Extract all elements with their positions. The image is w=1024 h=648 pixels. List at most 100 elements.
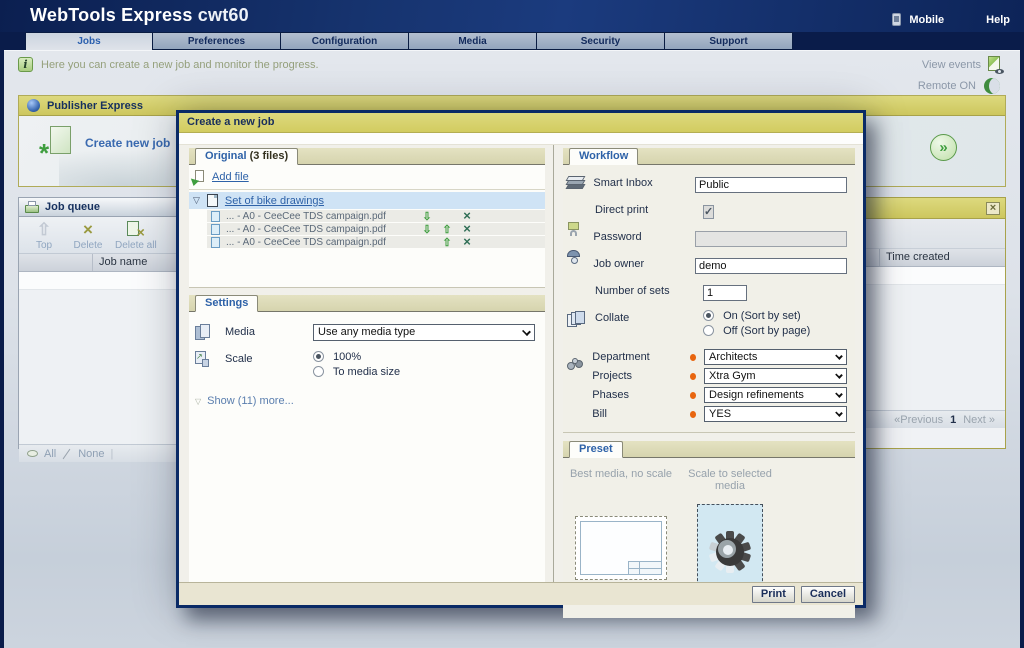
create-new-job-label: Create new job (85, 136, 170, 150)
original-tab[interactable]: Original (3 files) (195, 148, 298, 165)
workflow-tab-label: Workflow (579, 150, 628, 162)
department-row: Department Architects (567, 349, 847, 365)
previous-page-link[interactable]: «Previous (894, 414, 943, 426)
remove-file-button[interactable]: × (457, 224, 477, 234)
direct-print-checkbox[interactable]: ✓ (703, 205, 714, 219)
move-down-button[interactable]: ⇩ (417, 223, 437, 236)
select-none-icon (62, 449, 72, 459)
select-all-link[interactable]: All (44, 448, 56, 460)
delete-all-icon: × (127, 220, 145, 240)
next-page-link[interactable]: Next » (963, 414, 995, 426)
smart-inbox-input[interactable] (695, 177, 847, 193)
phases-select[interactable]: Design refinements (704, 387, 847, 403)
bill-label: Bill (592, 408, 689, 420)
collapse-triangle-icon[interactable]: ▽ (193, 195, 200, 206)
show-more-link[interactable]: Show (11) more... (207, 395, 294, 407)
app-name: WebTools Express (30, 5, 193, 25)
collate-on-label: On (Sort by set) (723, 310, 801, 322)
move-up-button[interactable]: ⇧ (437, 236, 457, 249)
collate-off-option[interactable]: Off (Sort by page) (703, 325, 847, 337)
password-row: Password (567, 229, 847, 247)
collate-on-option[interactable]: On (Sort by set) (703, 310, 847, 322)
cancel-button[interactable]: Cancel (801, 586, 855, 603)
workflow-section-strip: Workflow (563, 148, 855, 165)
tab-media[interactable]: Media (409, 32, 537, 50)
tab-support[interactable]: Support (665, 32, 793, 50)
select-none-link[interactable]: None (78, 448, 104, 460)
set-name-link[interactable]: Set of bike drawings (225, 195, 324, 207)
smart-inbox-label: Smart Inbox (593, 175, 695, 189)
files-count: (3 files) (250, 150, 289, 162)
delete-icon: × (83, 220, 93, 240)
move-top-icon: ⇧ (37, 220, 51, 240)
chevron-down-icon (835, 409, 843, 417)
media-value: Use any media type (318, 326, 415, 338)
phases-row: Phases Design refinements (567, 387, 847, 403)
original-content: Add file ▽ Set of bike drawings ... - A0… (189, 165, 545, 288)
radio-icon[interactable] (313, 366, 324, 377)
time-created-column-header[interactable]: Time created (880, 249, 1005, 266)
tab-security[interactable]: Security (537, 32, 665, 50)
preset-scale-to-media-label: Scale to selected media (675, 468, 785, 498)
original-tab-label: Original (205, 150, 247, 162)
required-dot-icon (690, 392, 696, 399)
radio-icon[interactable] (703, 325, 714, 336)
mobile-phone-icon (892, 13, 901, 26)
print-button[interactable]: Print (752, 586, 795, 603)
preset-tab[interactable]: Preset (569, 441, 623, 458)
create-new-job-button[interactable]: * Create new job (41, 126, 170, 160)
remove-file-button[interactable]: × (457, 237, 477, 247)
scale-option-media-size[interactable]: To media size (313, 366, 400, 378)
delete-button[interactable]: × Delete (71, 220, 105, 251)
chevron-down-icon (522, 327, 531, 336)
job-owner-row: Job owner (567, 256, 847, 274)
settings-tab[interactable]: Settings (195, 295, 258, 312)
scale-label: Scale (225, 351, 313, 365)
direct-print-row: Direct print ✓ (567, 202, 847, 220)
delete-label: Delete (74, 240, 103, 251)
pdf-file-icon (211, 211, 220, 222)
move-up-button[interactable]: ⇧ (437, 223, 457, 236)
file-set-row[interactable]: ▽ Set of bike drawings (189, 192, 545, 209)
remove-file-button[interactable]: × (457, 211, 477, 221)
delete-all-button[interactable]: × Delete all (115, 220, 157, 251)
help-link[interactable]: Help (986, 14, 1010, 26)
column-divider (553, 145, 554, 583)
projects-value: Xtra Gym (709, 370, 755, 382)
department-select[interactable]: Architects (704, 349, 847, 365)
bill-value: YES (709, 408, 731, 420)
show-more-row: ▽ Show (11) more... (195, 395, 539, 407)
top-label: Top (36, 240, 52, 251)
mobile-link[interactable]: Mobile (909, 14, 944, 26)
scale-option-100[interactable]: 100% (313, 351, 400, 363)
info-icon: i (18, 57, 33, 72)
info-bar: i Here you can create a new job and moni… (18, 57, 319, 72)
close-icon[interactable]: × (986, 202, 1000, 215)
workflow-tab[interactable]: Workflow (569, 148, 638, 165)
top-button[interactable]: ⇧ Top (27, 220, 61, 251)
dialog-footer: Print Cancel (179, 582, 863, 605)
media-select[interactable]: Use any media type (313, 324, 535, 341)
add-file-link[interactable]: Add file (212, 171, 249, 183)
tab-configuration[interactable]: Configuration (281, 32, 409, 50)
radio-checked-icon[interactable] (313, 351, 324, 362)
move-down-button[interactable]: ⇩ (417, 210, 437, 223)
chevron-down-icon (835, 371, 843, 379)
view-events[interactable]: View events (922, 56, 1004, 74)
printer-icon (25, 201, 39, 213)
collate-row: Collate On (Sort by set) Off (Sort by pa… (567, 310, 847, 340)
password-label: Password (593, 229, 695, 243)
remote-toggle[interactable]: Remote ON (918, 78, 1000, 94)
number-of-sets-input[interactable] (703, 285, 747, 301)
department-value: Architects (709, 351, 757, 363)
tab-preferences[interactable]: Preferences (153, 32, 281, 50)
settings-tab-label: Settings (205, 297, 248, 309)
preset-best-media-thumbnail[interactable] (575, 516, 667, 580)
expand-chevron-button[interactable]: » (930, 134, 957, 161)
radio-checked-icon[interactable] (703, 310, 714, 321)
job-owner-input[interactable] (695, 258, 847, 274)
projects-select[interactable]: Xtra Gym (704, 368, 847, 384)
required-dot-icon (690, 411, 696, 418)
tab-jobs[interactable]: Jobs (25, 32, 153, 50)
bill-select[interactable]: YES (704, 406, 847, 422)
